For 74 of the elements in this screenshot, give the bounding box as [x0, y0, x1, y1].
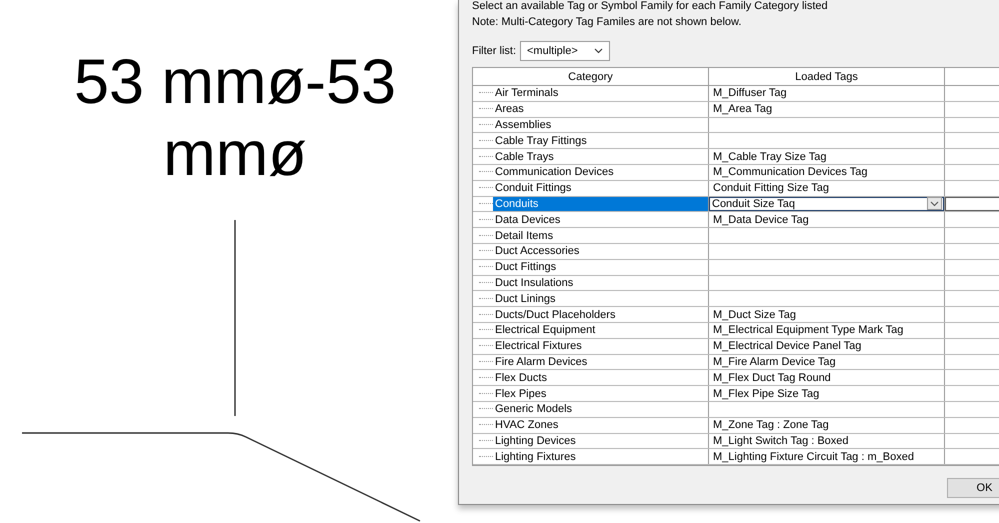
table-cell-text: M_Diffuser Tag: [712, 87, 787, 100]
tree-connector-icon: [479, 282, 493, 284]
category-cell[interactable]: HVAC Zones: [493, 418, 708, 433]
table-cell-text: Conduit Fitting Size Tag: [712, 182, 829, 194]
table-cell-text: M_Lighting Fixture Circuit Tag : m_Boxed: [712, 450, 914, 463]
tree-connector-icon: [479, 345, 493, 348]
category-cell[interactable]: Assemblies: [493, 118, 708, 132]
category-cell[interactable]: Data Devices: [493, 212, 708, 228]
tree-connector-icon: [479, 376, 493, 379]
table-cell-text: M_Area Tag: [712, 103, 772, 116]
tree-connector-icon: [479, 250, 493, 252]
ok-button[interactable]: OK: [947, 478, 999, 498]
tree-connector-icon: [479, 108, 493, 110]
tree-connector-icon: [479, 329, 493, 332]
category-cell[interactable]: Conduits: [493, 196, 708, 212]
chevron-icon: [594, 48, 603, 54]
tree-connector-icon: [479, 156, 493, 158]
table-cell-text: M_Flex Pipe Size Tag: [712, 388, 820, 400]
tree-connector-icon: [479, 171, 493, 174]
chevron-icon: [930, 200, 939, 207]
category-cell[interactable]: Flex Pipes: [493, 386, 708, 401]
category-cell[interactable]: Areas: [493, 102, 708, 117]
filter-dropdown[interactable]: <multiple>: [520, 41, 610, 61]
column-header[interactable]: Category: [473, 68, 709, 85]
tree-connector-icon: [479, 124, 493, 126]
tag-label: 53 mmø-53 mmø: [72, 46, 398, 190]
table-cell-text: M_Communication Devices Tag: [712, 166, 868, 178]
tree-connector-icon: [479, 92, 493, 94]
tag-dropdown[interactable]: Conduit Size Taq: [709, 196, 944, 212]
note-text: Note: Multi-Category Tag Familes are not shown below.: [472, 16, 742, 29]
instruction-text: Select an available Tag or Symbol Family for each Family Category listed: [472, 0, 829, 13]
table-cell-text: M_Fire Alarm Device Tag: [712, 356, 836, 368]
table-cell-text: M_Light Switch Tag : Boxed: [712, 434, 849, 447]
category-cell[interactable]: Conduit Fittings: [493, 180, 708, 196]
tree-connector-icon: [479, 298, 493, 300]
category-cell[interactable]: Electrical Fixtures: [493, 338, 708, 354]
category-cell[interactable]: Duct Insulations: [493, 276, 708, 290]
table-cell-text: M_Zone Tag : Zone Tag: [712, 419, 829, 432]
category-cell[interactable]: Lighting Devices: [493, 434, 708, 448]
category-cell[interactable]: Duct Fittings: [493, 260, 708, 275]
category-cell[interactable]: Cable Tray Fittings: [493, 133, 708, 148]
category-cell[interactable]: Fire Alarm Devices: [493, 354, 708, 370]
tree-connector-icon: [479, 456, 493, 458]
column-header[interactable]: Loaded Tags: [709, 68, 945, 85]
tree-connector-icon: [479, 266, 493, 268]
tree-connector-icon: [479, 314, 493, 316]
category-cell[interactable]: Flex Ducts: [493, 370, 708, 386]
category-cell[interactable]: Duct Accessories: [493, 244, 708, 259]
dropdown-button[interactable]: [927, 197, 942, 210]
category-cell[interactable]: Cable Trays: [493, 149, 708, 164]
category-cell[interactable]: Generic Models: [493, 402, 708, 417]
tree-connector-icon: [479, 140, 493, 142]
table-cell-text: M_Duct Size Tag: [712, 308, 796, 321]
table-cell-text: M_Electrical Device Panel Tag: [712, 340, 862, 352]
category-cell[interactable]: Detail Items: [493, 228, 708, 243]
filter-label: Filter list:: [472, 44, 516, 58]
tree-connector-icon: [479, 408, 493, 410]
category-cell[interactable]: Duct Linings: [493, 291, 708, 306]
table-cell-text: M_Flex Duct Tag Round: [712, 372, 831, 384]
tree-connector-icon: [479, 392, 493, 395]
table-cell-text: M_Cable Tray Size Tag: [712, 150, 827, 163]
tree-connector-icon: [479, 218, 493, 221]
category-cell[interactable]: Communication Devices: [493, 164, 708, 180]
category-cell[interactable]: Lighting Fixtures: [493, 449, 708, 464]
tree-connector-icon: [479, 234, 493, 237]
table-cell-text: M_Data Device Tag: [712, 214, 809, 226]
tree-connector-icon: [479, 440, 493, 442]
tree-connector-icon: [479, 360, 493, 363]
tree-connector-icon: [479, 187, 493, 190]
table-cell-text: M_Electrical Equipment Type Mark Tag: [712, 324, 904, 336]
tree-connector-icon: [479, 424, 493, 426]
category-cell[interactable]: Electrical Equipment: [493, 322, 708, 338]
category-cell[interactable]: Ducts/Duct Placeholders: [493, 307, 708, 322]
category-cell[interactable]: Air Terminals: [493, 86, 708, 101]
